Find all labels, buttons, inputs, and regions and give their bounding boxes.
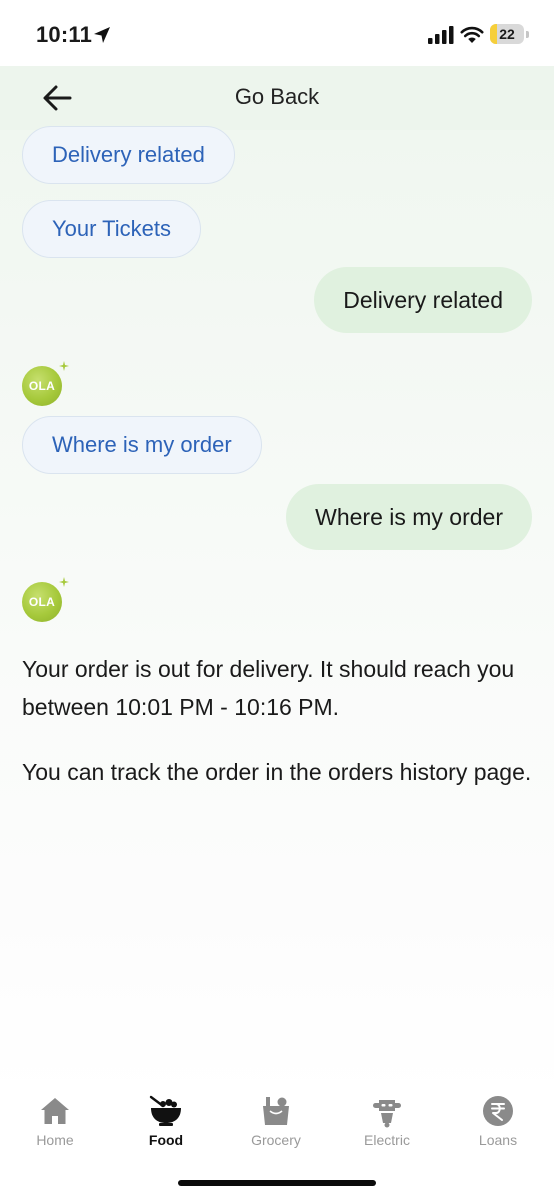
nav-label-food: Food xyxy=(148,1132,184,1148)
page-title: Go Back xyxy=(234,84,320,109)
nav-item-loans[interactable]: Loans xyxy=(448,1094,548,1148)
suggestion-chip-delivery-related[interactable]: Delivery related xyxy=(22,126,235,184)
user-message-bubble: Delivery related xyxy=(314,267,532,333)
user-message-bubble: Where is my order xyxy=(286,484,532,550)
nav-item-home[interactable]: Home xyxy=(5,1094,105,1148)
status-time: 10:11 xyxy=(36,22,93,47)
battery-icon: 22 xyxy=(490,24,524,44)
nav-label-electric: Electric xyxy=(364,1132,410,1148)
suggestion-chip-your-tickets[interactable]: Your Tickets xyxy=(22,200,202,258)
grocery-bag-icon xyxy=(263,1097,289,1125)
ola-bot-avatar: OLA xyxy=(22,582,62,622)
battery-level: 22 xyxy=(499,26,515,42)
battery-nub xyxy=(526,31,529,38)
nav-item-food[interactable]: Food xyxy=(116,1094,216,1148)
sparkle-icon xyxy=(59,361,69,371)
food-bowl-icon xyxy=(149,1095,181,1126)
nav-item-electric[interactable]: Electric xyxy=(337,1094,437,1148)
ola-bot-avatar: OLA xyxy=(22,366,62,406)
bot-message-text: Your order is out for delivery. It shoul… xyxy=(22,656,515,720)
rupee-icon xyxy=(483,1096,513,1126)
home-icon xyxy=(41,1098,69,1124)
nav-label-home: Home xyxy=(36,1132,74,1148)
nav-label-loans: Loans xyxy=(478,1132,518,1148)
signal-icon xyxy=(428,26,454,44)
bot-message-text: You can track the order in the orders hi… xyxy=(22,759,532,785)
wifi-icon xyxy=(460,26,484,43)
status-bar: 10:11 22 xyxy=(0,0,554,66)
location-arrow-icon xyxy=(94,27,110,43)
home-indicator xyxy=(178,1180,376,1186)
suggestion-chip-where-is-my-order[interactable]: Where is my order xyxy=(22,416,262,474)
electric-scooter-icon xyxy=(373,1100,401,1128)
header: Go Back xyxy=(0,66,554,130)
nav-label-grocery: Grocery xyxy=(251,1132,301,1148)
sparkle-icon xyxy=(59,577,69,587)
nav-item-grocery[interactable]: Grocery xyxy=(226,1094,326,1148)
